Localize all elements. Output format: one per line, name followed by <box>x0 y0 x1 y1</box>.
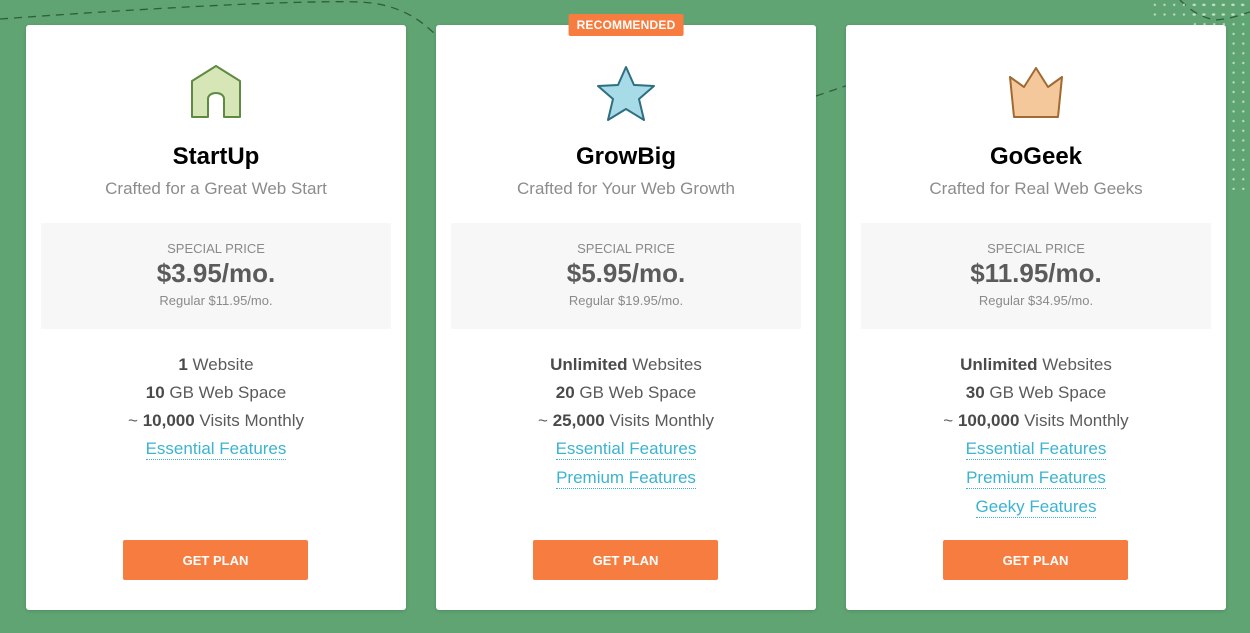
plan-name: GoGeek <box>989 143 1083 170</box>
premium-features-link[interactable]: Premium Features <box>966 468 1106 489</box>
get-plan-button[interactable]: GET PLAN <box>533 540 718 580</box>
get-plan-button[interactable]: GET PLAN <box>123 540 308 580</box>
plan-card-startup: StartUp Crafted for a Great Web Start SP… <box>26 25 406 610</box>
feature-websites: 1 Website <box>178 355 254 374</box>
feature-visits: ~ 100,000 Visits Monthly <box>943 411 1129 430</box>
feature-visits: ~ 10,000 Visits Monthly <box>128 411 304 430</box>
price-label: SPECIAL PRICE <box>987 241 1085 256</box>
special-price: $3.95/mo. <box>156 258 276 288</box>
price-label: SPECIAL PRICE <box>167 241 265 256</box>
plan-card-growbig: RECOMMENDED GrowBig Crafted for Your Web… <box>436 14 816 610</box>
star-icon <box>597 66 655 121</box>
dot-pattern-decoration <box>1150 0 1250 22</box>
get-plan-button[interactable]: GET PLAN <box>943 540 1128 580</box>
price-box: SPECIAL PRICE $3.95/mo. Regular $11.95/m… <box>41 223 391 329</box>
price-box: SPECIAL PRICE $11.95/mo. Regular $34.95/… <box>861 223 1211 329</box>
feature-list: 1 Website 10 GB Web Space ~ 10,000 Visit… <box>26 351 406 464</box>
feature-web-space: 10 GB Web Space <box>145 383 287 402</box>
feature-list: Unlimited Websites 20 GB Web Space ~ 25,… <box>436 351 816 493</box>
geeky-features-link[interactable]: Geeky Features <box>975 497 1097 518</box>
plan-tagline: Crafted for Your Web Growth <box>517 179 735 198</box>
plan-tagline: Crafted for Real Web Geeks <box>929 179 1143 198</box>
regular-price: Regular $19.95/mo. <box>568 293 684 308</box>
plan-name: GrowBig <box>576 143 676 170</box>
feature-web-space: 20 GB Web Space <box>555 383 697 402</box>
regular-price: Regular $34.95/mo. <box>978 293 1094 308</box>
feature-web-space: 30 GB Web Space <box>965 383 1107 402</box>
essential-features-link[interactable]: Essential Features <box>145 439 287 460</box>
feature-websites: Unlimited Websites <box>960 355 1112 374</box>
regular-price: Regular $11.95/mo. <box>159 293 273 308</box>
house-icon <box>191 65 241 118</box>
plan-card-gogeek: GoGeek Crafted for Real Web Geeks SPECIA… <box>846 25 1226 610</box>
price-box: SPECIAL PRICE $5.95/mo. Regular $19.95/m… <box>451 223 801 329</box>
special-price: $5.95/mo. <box>566 258 686 288</box>
feature-list: Unlimited Websites 30 GB Web Space ~ 100… <box>846 351 1226 522</box>
special-price: $11.95/mo. <box>970 258 1102 288</box>
recommended-badge: RECOMMENDED <box>568 14 684 36</box>
essential-features-link[interactable]: Essential Features <box>965 439 1107 460</box>
feature-websites: Unlimited Websites <box>550 355 702 374</box>
crown-icon <box>1009 67 1063 118</box>
feature-visits: ~ 25,000 Visits Monthly <box>538 411 714 430</box>
plan-tagline: Crafted for a Great Web Start <box>105 179 327 198</box>
essential-features-link[interactable]: Essential Features <box>555 439 697 460</box>
premium-features-link[interactable]: Premium Features <box>556 468 696 489</box>
price-label: SPECIAL PRICE <box>577 241 675 256</box>
plan-name: StartUp <box>172 143 260 170</box>
